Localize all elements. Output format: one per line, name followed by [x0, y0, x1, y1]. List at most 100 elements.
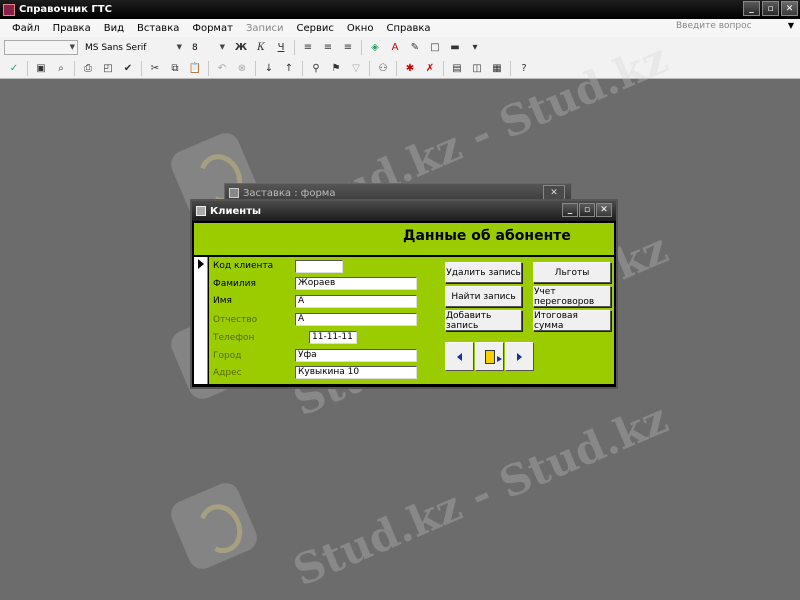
align-center-icon[interactable]: ≡ — [320, 40, 336, 56]
form-view-toolbar: ✓ ▣ ⌕ ⎙ ◰ ✔ ✂ ⧉ 📋 ↶ ⊗ ↓ ↑ ⚲ ⚑ ▽ ⚇ ✱ ✗ ▤ … — [0, 58, 800, 79]
form-window-buttons: _ ▫ ✕ — [562, 203, 612, 217]
toolbar-separator — [141, 60, 142, 76]
total-amount-button[interactable]: Итоговая сумма — [533, 310, 611, 331]
toolbar-separator — [396, 60, 397, 76]
chevron-down-icon: ▼ — [69, 43, 75, 51]
italic-button[interactable]: К — [253, 40, 269, 56]
close-button[interactable]: ✕ — [781, 1, 798, 16]
sort-descending-icon[interactable]: ↑ — [281, 60, 297, 76]
search-files-icon[interactable]: ⌕ — [53, 60, 69, 76]
menu-view[interactable]: Вид — [104, 23, 124, 34]
restore-button[interactable]: ▫ — [762, 1, 779, 16]
watermark: Stud.kz - Stud.kz — [286, 393, 675, 596]
menu-bar: Файл Правка Вид Вставка Формат Записи Се… — [0, 19, 800, 37]
object-select[interactable]: ▼ — [4, 40, 78, 55]
print-icon[interactable]: ⎙ — [80, 60, 96, 76]
form-close-button[interactable]: ✕ — [596, 203, 612, 217]
new-record-icon[interactable]: ✱ — [402, 60, 418, 76]
form-detail: Код клиента Фамилия Жораев Имя А Отчеств… — [209, 257, 614, 384]
special-effect-icon[interactable]: ▾ — [467, 40, 483, 56]
underline-button[interactable]: Ч — [273, 40, 289, 56]
toolbar-separator — [443, 60, 444, 76]
previous-record-button[interactable] — [445, 342, 474, 371]
form-heading: Данные об абоненте — [403, 228, 571, 244]
close-icon[interactable]: ✕ — [543, 185, 565, 200]
menu-edit[interactable]: Правка — [53, 23, 91, 34]
properties-icon[interactable]: ▤ — [449, 60, 465, 76]
border-icon[interactable]: □ — [427, 40, 443, 56]
font-color-icon[interactable]: A — [387, 40, 403, 56]
form-icon — [229, 188, 239, 198]
menu-file[interactable]: Файл — [12, 23, 40, 34]
hyperlink-icon[interactable]: ⊗ — [234, 60, 250, 76]
filter-selection-icon[interactable]: ⚲ — [308, 60, 324, 76]
font-name-select[interactable]: MS Sans Serif ▼ — [81, 40, 185, 55]
arrow-left-icon — [457, 352, 462, 361]
surname-field[interactable]: Жораев — [295, 277, 417, 290]
field-label-client-id: Код клиента — [213, 261, 274, 271]
add-record-button[interactable]: Добавить запись — [445, 310, 522, 331]
clients-form-title-bar[interactable]: Клиенты _ ▫ ✕ — [192, 201, 616, 221]
menu-insert[interactable]: Вставка — [137, 23, 179, 34]
menu-window[interactable]: Окно — [347, 23, 374, 34]
client-id-field[interactable] — [295, 260, 343, 273]
clients-form-title: Клиенты — [210, 205, 262, 217]
spelling-icon[interactable]: ✔ — [120, 60, 136, 76]
help-icon[interactable]: ? — [516, 60, 532, 76]
name-field[interactable]: А — [295, 295, 417, 308]
field-label-name: Имя — [213, 296, 232, 306]
record-selector[interactable] — [194, 257, 208, 384]
ask-question-input[interactable]: Введите вопрос — [676, 21, 776, 35]
chevron-down-icon: ▼ — [219, 43, 225, 51]
database-window-icon[interactable]: ◫ — [469, 60, 485, 76]
field-label-address: Адрес — [213, 368, 242, 378]
delete-record-icon[interactable]: ✗ — [422, 60, 438, 76]
save-icon[interactable]: ▣ — [33, 60, 49, 76]
menu-records[interactable]: Записи — [246, 23, 284, 34]
apply-filter-icon[interactable]: ▽ — [348, 60, 364, 76]
paste-icon[interactable]: 📋 — [187, 60, 203, 76]
fill-color-icon[interactable]: ◈ — [367, 40, 383, 56]
copy-icon[interactable]: ⧉ — [167, 60, 183, 76]
menu-format[interactable]: Формат — [192, 23, 233, 34]
form-minimize-button[interactable]: _ — [562, 203, 578, 217]
form-restore-button[interactable]: ▫ — [579, 203, 595, 217]
align-left-icon[interactable]: ≡ — [300, 40, 316, 56]
toolbar-separator — [74, 60, 75, 76]
next-record-button[interactable] — [505, 342, 534, 371]
sort-ascending-icon[interactable]: ↓ — [261, 60, 277, 76]
chevron-down-icon: ▼ — [176, 43, 182, 51]
align-right-icon[interactable]: ≡ — [340, 40, 356, 56]
menu-tools[interactable]: Сервис — [297, 23, 334, 34]
address-field[interactable]: Кувыкина 10 — [295, 366, 417, 379]
field-label-patronymic: Отчество — [213, 315, 258, 325]
phone-field[interactable]: 11-11-11 — [309, 331, 357, 344]
delete-record-button[interactable]: Удалить запись — [445, 262, 522, 283]
benefits-button[interactable]: Льготы — [533, 262, 611, 283]
toolbar-separator — [302, 60, 303, 76]
form-header: Данные об абоненте — [194, 223, 614, 255]
find-record-button[interactable]: Найти запись — [445, 286, 522, 307]
line-color-icon[interactable]: ✎ — [407, 40, 423, 56]
new-object-icon[interactable]: ▦ — [489, 60, 505, 76]
toolbar-separator — [369, 60, 370, 76]
ask-dropdown-icon[interactable]: ▼ — [788, 21, 794, 30]
field-label-phone: Телефон — [213, 333, 255, 343]
find-icon[interactable]: ⚇ — [375, 60, 391, 76]
city-field[interactable]: Уфа — [295, 349, 417, 362]
exit-form-button[interactable] — [475, 342, 504, 371]
design-view-icon[interactable]: ✓ — [6, 60, 22, 76]
print-preview-icon[interactable]: ◰ — [100, 60, 116, 76]
cut-icon[interactable]: ✂ — [147, 60, 163, 76]
undo-icon[interactable]: ↶ — [214, 60, 230, 76]
font-size-select[interactable]: 8 ▼ — [188, 40, 228, 55]
line-width-icon[interactable]: ▬ — [447, 40, 463, 56]
minimize-button[interactable]: _ — [743, 1, 760, 16]
app-window-buttons: _ ▫ ✕ — [743, 1, 798, 16]
bold-button[interactable]: Ж — [233, 40, 249, 56]
call-accounting-button[interactable]: Учет переговоров — [533, 286, 611, 307]
menu-help[interactable]: Справка — [386, 23, 430, 34]
app-title: Справочник ГТС — [19, 4, 112, 15]
filter-form-icon[interactable]: ⚑ — [328, 60, 344, 76]
patronymic-field[interactable]: А — [295, 313, 417, 326]
